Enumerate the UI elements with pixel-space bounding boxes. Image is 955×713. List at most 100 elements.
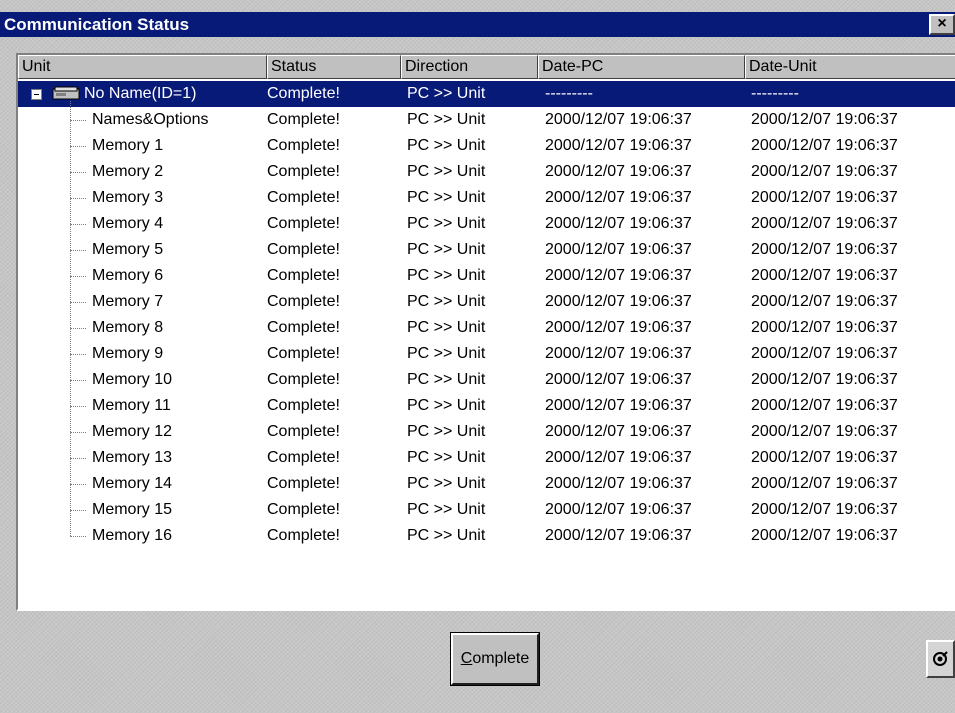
row-status: Complete!	[267, 527, 340, 544]
row-direction: PC >> Unit	[407, 423, 486, 440]
row-date-pc: 2000/12/07 19:06:37	[545, 397, 692, 414]
row-direction: PC >> Unit	[407, 527, 486, 544]
title-bar[interactable]: Communication Status ×	[0, 12, 955, 37]
row-status: Complete!	[267, 189, 340, 206]
close-icon: ×	[937, 15, 947, 32]
row-direction: PC >> Unit	[407, 215, 486, 232]
row-direction: PC >> Unit	[407, 371, 486, 388]
row-status: Complete!	[267, 371, 340, 388]
column-header-date-unit[interactable]: Date-Unit	[745, 55, 955, 79]
row-unit: Memory 6	[92, 267, 164, 284]
tree-branch-line	[70, 536, 86, 537]
tree-branch-line	[70, 224, 86, 225]
row-date-unit: 2000/12/07 19:06:37	[751, 111, 898, 128]
window-top-edge	[0, 0, 955, 12]
collapse-icon[interactable]	[31, 89, 42, 100]
tree-branch-line	[70, 458, 86, 459]
table-row[interactable]: Memory 13 Complete! PC >> Unit 2000/12/07 1…	[18, 445, 955, 471]
row-date-unit: 2000/12/07 19:06:37	[751, 449, 898, 466]
row-direction: PC >> Unit	[407, 449, 486, 466]
row-date-pc: 2000/12/07 19:06:37	[545, 241, 692, 258]
row-date-unit: ---------	[751, 85, 799, 102]
table-row[interactable]: Memory 8 Complete! PC >> Unit 2000/12/07 19…	[18, 315, 955, 341]
table-row[interactable]: Memory 6 Complete! PC >> Unit 2000/12/07 19…	[18, 263, 955, 289]
row-status: Complete!	[267, 215, 340, 232]
table-row[interactable]: Memory 3 Complete! PC >> Unit 2000/12/07 19…	[18, 185, 955, 211]
dialog-client-area: Unit Status Direction Date-PC Date-Unit …	[0, 37, 955, 713]
row-unit: Memory 3	[92, 189, 164, 206]
row-date-pc: 2000/12/07 19:06:37	[545, 501, 692, 518]
table-row[interactable]: Memory 12 Complete! PC >> Unit 2000/12/07 1…	[18, 419, 955, 445]
row-date-unit: 2000/12/07 19:06:37	[751, 267, 898, 284]
row-date-unit: 2000/12/07 19:06:37	[751, 397, 898, 414]
column-header-date-pc[interactable]: Date-PC	[538, 55, 745, 79]
row-date-unit: 2000/12/07 19:06:37	[751, 501, 898, 518]
table-row[interactable]: Names&Options Complete! PC >> Unit 2000/12/…	[18, 107, 955, 133]
tree-branch-line	[70, 146, 86, 147]
table-row[interactable]: Memory 2 Complete! PC >> Unit 2000/12/07 19…	[18, 159, 955, 185]
row-date-pc: ---------	[545, 85, 593, 102]
table-row[interactable]: Memory 4 Complete! PC >> Unit 2000/12/07 19…	[18, 211, 955, 237]
help-button[interactable]	[926, 640, 955, 678]
row-status: Complete!	[267, 111, 340, 128]
row-direction: PC >> Unit	[407, 189, 486, 206]
tree-branch-line	[70, 510, 86, 511]
row-date-unit: 2000/12/07 19:06:37	[751, 423, 898, 440]
close-button[interactable]: ×	[929, 14, 955, 35]
row-unit: Memory 5	[92, 241, 164, 258]
column-header-status[interactable]: Status	[267, 55, 401, 79]
table-row[interactable]: Memory 11 Complete! PC >> Unit 2000/12/07 1…	[18, 393, 955, 419]
row-unit: Memory 11	[92, 397, 171, 414]
table-row[interactable]: Memory 14 Complete! PC >> Unit 2000/12/07 1…	[18, 471, 955, 497]
row-date-pc: 2000/12/07 19:06:37	[545, 215, 692, 232]
table-row[interactable]: Memory 7 Complete! PC >> Unit 2000/12/07 19…	[18, 289, 955, 315]
row-direction: PC >> Unit	[407, 345, 486, 362]
window-title: Communication Status	[4, 15, 190, 34]
communication-status-list[interactable]: Unit Status Direction Date-PC Date-Unit …	[16, 53, 955, 611]
tree-branch-line	[70, 380, 86, 381]
row-direction: PC >> Unit	[407, 241, 486, 258]
row-direction: PC >> Unit	[407, 501, 486, 518]
row-status: Complete!	[267, 501, 340, 518]
row-status: Complete!	[267, 475, 340, 492]
complete-button[interactable]: Complete	[450, 632, 540, 686]
row-date-unit: 2000/12/07 19:06:37	[751, 163, 898, 180]
row-date-pc: 2000/12/07 19:06:37	[545, 449, 692, 466]
row-direction: PC >> Unit	[407, 267, 486, 284]
table-row[interactable]: Memory 5 Complete! PC >> Unit 2000/12/07 19…	[18, 237, 955, 263]
table-row[interactable]: Memory 1 Complete! PC >> Unit 2000/12/07 19…	[18, 133, 955, 159]
row-unit: Memory 12	[92, 423, 173, 440]
row-status: Complete!	[267, 241, 340, 258]
tree-root-row[interactable]: No Name(ID=1) Complete! PC >> Unit --------…	[18, 81, 955, 107]
tree-branch-line	[70, 198, 86, 199]
row-unit: Memory 1	[92, 137, 164, 154]
row-status: Complete!	[267, 267, 340, 284]
column-header-unit[interactable]: Unit	[18, 55, 267, 79]
row-date-unit: 2000/12/07 19:06:37	[751, 189, 898, 206]
tree-branch-line	[70, 120, 86, 121]
row-unit: Memory 15	[92, 501, 173, 518]
row-direction: PC >> Unit	[407, 163, 486, 180]
tree-branch-line	[70, 354, 86, 355]
row-direction: PC >> Unit	[407, 137, 486, 154]
tree-branch-line	[70, 406, 86, 407]
column-header-direction[interactable]: Direction	[401, 55, 538, 79]
row-date-pc: 2000/12/07 19:06:37	[545, 319, 692, 336]
row-status: Complete!	[267, 397, 340, 414]
row-date-pc: 2000/12/07 19:06:37	[545, 423, 692, 440]
row-status: Complete!	[267, 85, 340, 102]
row-unit: Memory 7	[92, 293, 164, 310]
row-date-unit: 2000/12/07 19:06:37	[751, 345, 898, 362]
row-status: Complete!	[267, 163, 340, 180]
table-row[interactable]: Memory 10 Complete! PC >> Unit 2000/12/07 1…	[18, 367, 955, 393]
row-status: Complete!	[267, 423, 340, 440]
row-date-unit: 2000/12/07 19:06:37	[751, 475, 898, 492]
row-date-unit: 2000/12/07 19:06:37	[751, 215, 898, 232]
row-status: Complete!	[267, 449, 340, 466]
help-icon	[933, 651, 948, 666]
row-unit: Memory 8	[92, 319, 164, 336]
table-row[interactable]: Memory 9 Complete! PC >> Unit 2000/12/07 19…	[18, 341, 955, 367]
table-row[interactable]: Memory 16 Complete! PC >> Unit 2000/12/07 1…	[18, 523, 955, 549]
row-status: Complete!	[267, 293, 340, 310]
table-row[interactable]: Memory 15 Complete! PC >> Unit 2000/12/07 1…	[18, 497, 955, 523]
